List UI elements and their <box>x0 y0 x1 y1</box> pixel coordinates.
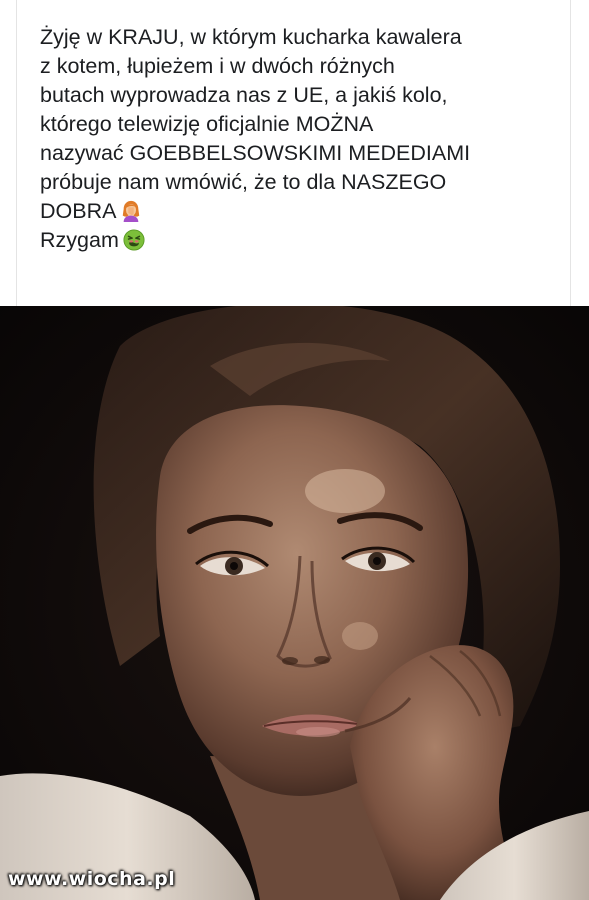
post-line: z kotem, łupieżem i w dwóch różnych <box>40 54 395 78</box>
post-line-text: Rzygam <box>40 228 119 252</box>
nauseated-face-icon <box>123 229 145 251</box>
post-line-with-emoji: DOBRA <box>40 197 560 226</box>
screenshot-page: Żyję w KRAJU, w którym kucharka kawalera… <box>0 0 589 900</box>
post-line: próbuje nam wmówić, że to dla NASZEGO <box>40 170 447 194</box>
post-line: którego telewizję oficjalnie MOŻNA <box>40 112 374 136</box>
post-line: butach wyprowadza nas z UE, a jakiś kolo… <box>40 83 448 107</box>
woman-facepalming-icon <box>123 200 140 222</box>
post-line-with-emoji: Rzygam <box>40 226 560 255</box>
post-line-text: DOBRA <box>40 199 117 223</box>
post-text: Żyję w KRAJU, w którym kucharka kawalera… <box>40 23 560 255</box>
post-line: Żyję w KRAJU, w którym kucharka kawalera <box>40 25 462 49</box>
portrait-illustration <box>0 306 589 900</box>
post-line: nazywać GOEBBELSOWSKIMI MEDEDIAMI <box>40 141 471 165</box>
watermark-text: www.wiocha.pl <box>8 868 176 890</box>
portrait-photo: www.wiocha.pl <box>0 306 589 900</box>
